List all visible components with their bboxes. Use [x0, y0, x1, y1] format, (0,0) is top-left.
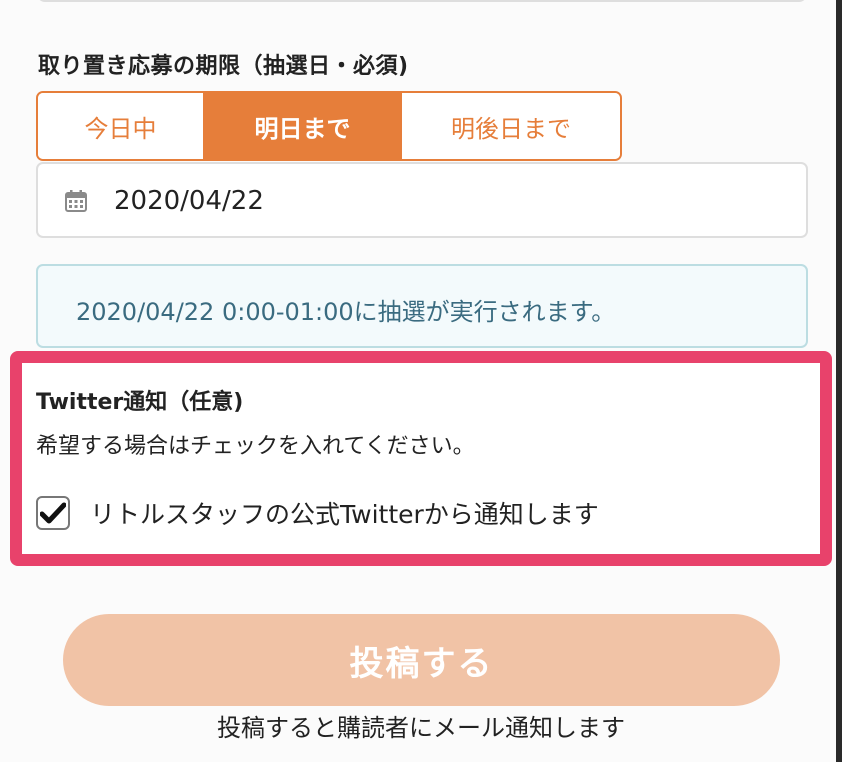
checkmark-icon — [40, 502, 66, 524]
previous-field[interactable] — [37, 0, 807, 2]
submit-note-text: 投稿すると購読者にメール通知します — [217, 714, 625, 742]
deadline-date-value: 2020/04/22 — [114, 186, 264, 216]
lottery-info-box: 2020/04/22 0:00-01:00に抽選が実行されます。 — [36, 264, 808, 348]
twitter-notify-option[interactable]: リトルスタッフの公式Twitterから通知します — [36, 494, 599, 532]
post-form-page: 取り置き応募の期限（抽選日・必須) 今日中 明日まで 明後日まで 2020/04… — [0, 0, 836, 762]
deadline-segmented-control: 今日中 明日まで 明後日まで — [36, 91, 622, 161]
twitter-notify-checkbox[interactable] — [36, 496, 70, 530]
twitter-notify-label: リトルスタッフの公式Twitterから通知します — [90, 500, 599, 529]
deadline-section-title: 取り置き応募の期限（抽選日・必須) — [38, 54, 409, 79]
twitter-section-title: Twitter通知（任意) — [36, 390, 244, 415]
submit-post-button[interactable]: 投稿する — [63, 614, 780, 706]
twitter-help-text: 希望する場合はチェックを入れてください。 — [36, 434, 475, 459]
deadline-option-tomorrow[interactable]: 明日まで — [203, 93, 400, 159]
deadline-option-today[interactable]: 今日中 — [38, 93, 203, 159]
deadline-option-day-after-tomorrow[interactable]: 明後日まで — [400, 93, 620, 159]
calendar-icon — [65, 190, 87, 212]
scrollbar[interactable] — [836, 0, 842, 762]
deadline-date-field[interactable]: 2020/04/22 — [36, 162, 808, 238]
lottery-info-text: 2020/04/22 0:00-01:00に抽選が実行されます。 — [76, 298, 616, 326]
